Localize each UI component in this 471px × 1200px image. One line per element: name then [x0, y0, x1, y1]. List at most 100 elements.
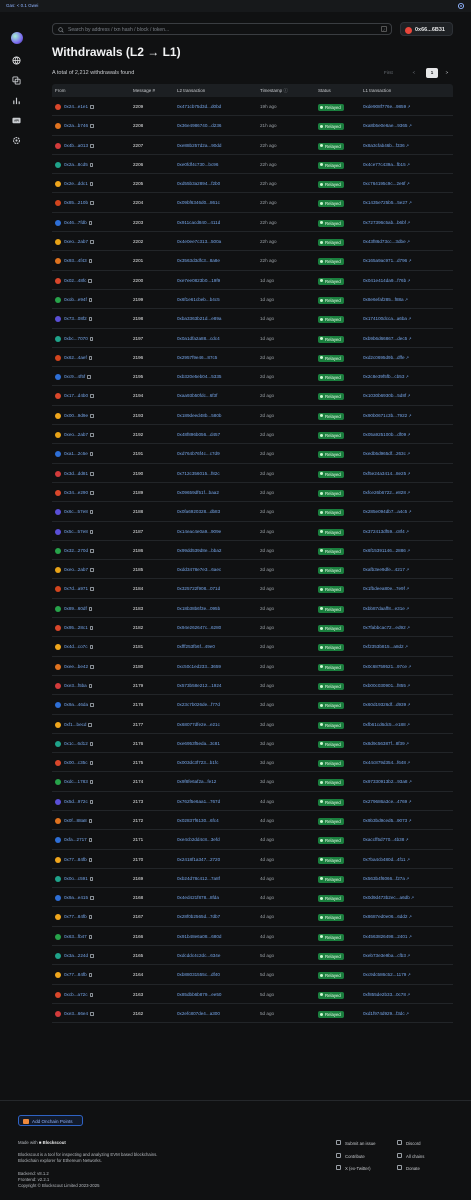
l1-transaction[interactable]: 0xde908f776e...9859↗	[363, 104, 411, 109]
l2-transaction-link[interactable]: 0x762f5e6aa1...767d	[177, 799, 220, 804]
l1-transaction[interactable]: 0x8a3cfab46b...f336↗	[363, 143, 409, 148]
l1-transaction[interactable]: 0x7ba4cb480d...4f11↗	[363, 857, 410, 862]
l1-transaction[interactable]: 0x174100dcca...a6ba↗	[363, 316, 411, 321]
l1-transaction[interactable]: 0x1435e725b5...5e27↗	[363, 200, 412, 205]
l2-transaction-link[interactable]: 0xdd3478e7e3...6aec	[177, 567, 221, 572]
from-address[interactable]: 0xe3...66e4	[55, 1010, 94, 1017]
l1-transaction-link[interactable]: 0x7ba4cb480d...4f11	[363, 857, 406, 862]
copy-icon[interactable]	[90, 413, 94, 418]
l1-transaction-link[interactable]: 0x1fbdeea80e...7e9f	[363, 586, 405, 591]
l2-transaction-link[interactable]: 0xdcddc4c2dc...634e	[177, 953, 220, 958]
settings-gear-icon[interactable]	[457, 2, 465, 10]
l2-transaction-link[interactable]: 0xe6953f5eda...3c81	[177, 741, 220, 746]
from-address-link[interactable]: 0xob...e94f	[64, 297, 87, 302]
from-address-link[interactable]: 0x0f...88a8	[64, 818, 87, 823]
l1-transaction[interactable]: 0xf855de2b33...0c78↗	[363, 992, 410, 997]
from-address-link[interactable]: 0xc9...4f5f	[64, 374, 85, 379]
copy-icon[interactable]	[90, 587, 94, 592]
l1-transaction-link[interactable]: 0x1030b6930b...5d8f	[363, 393, 406, 398]
l1-transaction[interactable]: 0x372413df59...c8f4↗	[363, 529, 409, 534]
l1-transaction[interactable]: 0x0d9d473b2ec...a6db↗	[363, 895, 414, 900]
l1-transaction-link[interactable]: 0x4ce77c439a...fb15	[363, 162, 406, 167]
from-address-link[interactable]: 0x00...c35c	[64, 760, 88, 765]
contribute-link[interactable]: Contribute	[336, 1153, 365, 1159]
from-address-link[interactable]: 0x73...08f2	[64, 316, 87, 321]
l2-transaction-link[interactable]: 0x0fa6920328...db83	[177, 509, 220, 514]
copy-icon[interactable]	[89, 741, 94, 746]
l2-transaction-link[interactable]: 0x2efc807de4...a300	[177, 1011, 220, 1016]
l1-transaction[interactable]: 0x285e094db7...a4c5↗	[363, 509, 412, 514]
l2-transaction-link[interactable]: 0x6f1e61cbeb...b4c5	[177, 297, 220, 302]
col-header-timestamp[interactable]: Timestamp ⓘ	[260, 88, 288, 94]
from-address[interactable]: 0x2a...8cd5	[55, 161, 94, 168]
from-address[interactable]: 0x77...84fb	[55, 914, 93, 921]
l1-transaction-link[interactable]: 0xd1f974d929...f3dc	[363, 1011, 405, 1016]
from-address[interactable]: 0x62...4aef	[55, 354, 93, 361]
l1-transaction-link[interactable]: 0xb00c030901...f855	[363, 683, 406, 688]
copy-icon[interactable]	[87, 375, 91, 380]
info-icon[interactable]: ⓘ	[283, 88, 288, 93]
from-address[interactable]: 0x89...60df	[55, 605, 93, 612]
l2-transaction-link[interactable]: 0xe7ee0823b0...19f9	[177, 278, 220, 283]
from-address[interactable]: 0x32...270d	[55, 547, 94, 554]
add-onchain-points-button[interactable]: Add Onchain Points	[18, 1115, 83, 1126]
l1-transaction-link[interactable]: 0xd2c0695d9b...dffe	[363, 355, 405, 360]
l1-transaction[interactable]: 0xfb61cd6dc5...e188↗	[363, 722, 410, 727]
l1-transaction[interactable]: 0xb00c030901...f855↗	[363, 683, 410, 688]
copy-icon[interactable]	[90, 568, 94, 573]
l2-transaction-link[interactable]: 0x68077dfe2e...e21c	[177, 722, 220, 727]
l1-transaction-link[interactable]: 0xb9b6d66867...dec5	[363, 336, 407, 341]
copy-icon[interactable]	[90, 664, 94, 669]
from-address-link[interactable]: 0x95...28c1	[64, 625, 88, 630]
from-address[interactable]: 0x77...84fb	[55, 856, 93, 863]
from-address-link[interactable]: 0xfa...2717	[64, 838, 87, 843]
twitter-link[interactable]: X (ex-Twitter)	[336, 1165, 371, 1171]
l1-transaction-link[interactable]: 0xa8b5e0e6ae...9365	[363, 123, 407, 128]
nav-tokens-icon[interactable]	[12, 76, 21, 85]
from-address[interactable]: 0x63...fb47	[55, 933, 93, 940]
pagination-next-button[interactable]: >	[442, 68, 452, 78]
copy-icon[interactable]	[90, 105, 94, 109]
l1-transaction-link[interactable]: 0xedb5d965df...263c	[363, 451, 406, 456]
from-address[interactable]: 0xcb...a72c	[55, 991, 93, 998]
from-address-link[interactable]: 0x77...84fb	[64, 857, 87, 862]
l1-transaction[interactable]: 0xedb5d965df...263c↗	[363, 451, 410, 456]
l1-transaction[interactable]: 0x05a925100b...df09↗	[363, 432, 411, 437]
from-address[interactable]: 0x02...48fc	[55, 277, 92, 284]
copy-icon[interactable]	[89, 876, 94, 881]
l2-transaction-link[interactable]: 0x91b48e6a08...680d	[177, 934, 221, 939]
copy-icon[interactable]	[90, 124, 94, 129]
l1-transaction[interactable]: 0x97330913b2...93a8↗	[363, 779, 412, 784]
l2-transaction-link[interactable]: 0x02837f6130...6fc4	[177, 818, 219, 823]
l1-transaction[interactable]: 0xbb87daaff8...e31e↗	[363, 606, 409, 611]
l1-transaction-link[interactable]: 0x43f86d73cc...3dbe	[363, 239, 406, 244]
l1-transaction[interactable]: 0xd1f974d929...f3dc↗	[363, 1011, 409, 1016]
submit-issue-link[interactable]: Submit an issue	[336, 1140, 376, 1146]
copy-icon[interactable]	[89, 626, 94, 631]
l2-transaction-link[interactable]: 0x325722f908...071d	[177, 586, 220, 591]
from-address-link[interactable]: 0xeo...2ab7	[64, 432, 88, 437]
l2-transaction-link[interactable]: 0x189deed48b...580b	[177, 413, 221, 418]
from-address-link[interactable]: 0xe3...f5ba	[64, 683, 87, 688]
copy-icon[interactable]	[89, 510, 94, 515]
l1-transaction-link[interactable]: 0x9b3bd9ced5...9073	[363, 818, 407, 823]
l2-transaction-link[interactable]: 0xe0fdf4c730...bc96	[177, 162, 218, 167]
copy-icon[interactable]	[89, 336, 94, 341]
l2-transaction-link[interactable]: 0xb88031555c...df40	[177, 972, 220, 977]
l2-transaction-link[interactable]: 0x09bf6346d0...861c	[177, 200, 220, 205]
from-address-link[interactable]: 0x93...4f43	[64, 259, 87, 264]
l1-transaction[interactable]: 0x8d9c56387f...8f39↗	[363, 741, 409, 746]
from-address-link[interactable]: 0x5d...972c	[64, 799, 88, 804]
from-address-link[interactable]: 0x6c...57e8	[64, 509, 88, 514]
l1-transaction-link[interactable]: 0x05a925100b...df09	[363, 432, 406, 437]
from-address[interactable]: 0x00...9d9e	[55, 412, 94, 419]
copy-icon[interactable]	[90, 394, 94, 399]
search-input[interactable]: Search by address / txn hash / block / t…	[52, 23, 392, 35]
from-address-link[interactable]: 0xbc...7070	[64, 336, 88, 341]
from-address-link[interactable]: 0x46...7fdb	[64, 220, 87, 225]
copy-icon[interactable]	[89, 645, 93, 650]
from-address[interactable]: 0xob...e94f	[55, 296, 93, 303]
copy-icon[interactable]	[90, 954, 94, 959]
discord-link[interactable]: Discord	[397, 1140, 421, 1146]
all-chains-link[interactable]: All chains	[397, 1153, 424, 1159]
